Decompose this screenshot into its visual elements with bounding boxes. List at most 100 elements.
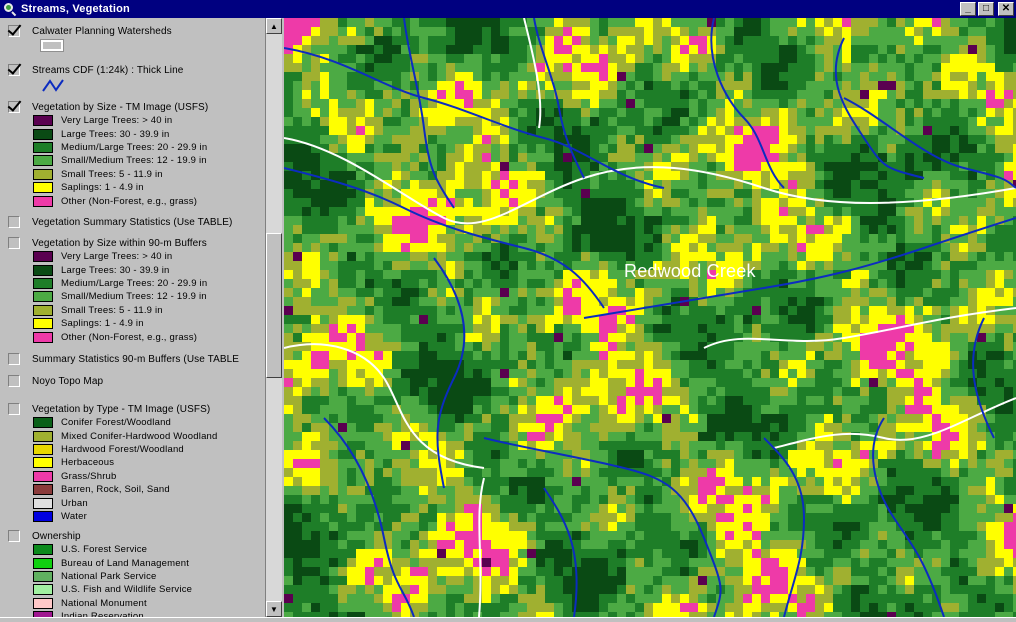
legend-item: Medium/Large Trees: 20 - 29.9 in [33, 141, 208, 154]
legend-item-label: Urban [61, 497, 88, 509]
legend-item: Conifer Forest/Woodland [33, 416, 218, 429]
layer-visibility-checkbox[interactable] [8, 353, 20, 365]
layer-title[interactable]: Vegetation Summary Statistics (Use TABLE… [32, 217, 232, 228]
legend-item-label: Bureau of Land Management [61, 557, 190, 569]
legend-swatch [33, 430, 53, 442]
legend-item-label: U.S. Fish and Wildlife Service [61, 584, 193, 596]
legend-item: U.S. Fish and Wildlife Service [33, 583, 192, 596]
legend-item-label: National Park Service [61, 570, 157, 582]
legend-swatch [33, 417, 53, 429]
minimize-button[interactable]: _ [960, 2, 976, 16]
legend-swatch [33, 570, 53, 582]
legend-item-label: Small Trees: 5 - 11.9 in [61, 168, 163, 180]
legend-scrollbar[interactable]: ▲ ▼ [266, 18, 282, 617]
layer-veg-size: Vegetation by Size - TM Image (USFS) Very… [0, 100, 208, 208]
legend-swatch [33, 182, 53, 194]
layer-summary-buffers: Summary Statistics 90-m Buffers (Use TAB… [0, 352, 239, 366]
legend-swatch [33, 557, 53, 569]
legend-item: Bureau of Land Management [33, 556, 192, 569]
layer-title[interactable]: Vegetation by Size - TM Image (USFS) [32, 102, 208, 113]
layer-veg-summary: Vegetation Summary Statistics (Use TABLE… [0, 215, 232, 229]
legend-swatch [33, 115, 53, 127]
scroll-down-button[interactable]: ▼ [266, 601, 282, 617]
layer-visibility-checkbox[interactable] [8, 64, 20, 76]
legend-items: Conifer Forest/Woodland Mixed Conifer-Har… [33, 416, 218, 523]
layer-visibility-checkbox[interactable] [8, 530, 20, 542]
legend-item: Very Large Trees: > 40 in [33, 114, 208, 127]
legend-items: Very Large Trees: > 40 in Large Trees: 30… [33, 250, 207, 344]
legend-swatch [33, 484, 53, 496]
layer-visibility-checkbox[interactable] [8, 101, 20, 113]
layer-streams: Streams CDF (1:24k) : Thick Line [0, 63, 183, 96]
layer-visibility-checkbox[interactable] [8, 375, 20, 387]
legend-item: National Park Service [33, 570, 192, 583]
legend-swatch [33, 510, 53, 522]
legend-swatch [33, 584, 53, 596]
legend-item-label: Barren, Rock, Soil, Sand [61, 484, 170, 496]
table-of-contents: Calwater Planning Watersheds Streams CDF … [0, 18, 266, 617]
legend-item: Very Large Trees: > 40 in [33, 250, 207, 263]
legend-item-label: Grass/Shrub [61, 470, 117, 482]
close-button[interactable]: ✕ [998, 2, 1014, 16]
layer-veg-type: Vegetation by Type - TM Image (USFS) Coni… [0, 402, 218, 523]
legend-item-label: Medium/Large Trees: 20 - 29.9 in [61, 141, 208, 153]
legend-item: Other (Non-Forest, e.g., grass) [33, 330, 207, 343]
polygon-symbol-icon [40, 39, 64, 52]
scroll-up-button[interactable]: ▲ [266, 18, 282, 34]
legend-item-label: Small/Medium Trees: 12 - 19.9 in [61, 291, 207, 303]
layer-veg-buffers: Vegetation by Size within 90-m Buffers Ve… [0, 236, 207, 344]
layer-visibility-checkbox[interactable] [8, 216, 20, 228]
legend-item: Hardwood Forest/Woodland [33, 443, 218, 456]
legend-swatch [33, 331, 53, 343]
legend-swatch [33, 277, 53, 289]
legend-swatch [33, 470, 53, 482]
layer-header: Vegetation by Type - TM Image (USFS) [8, 402, 218, 416]
legend-item: Saplings: 1 - 4.9 in [33, 317, 207, 330]
legend-item-label: Herbaceous [61, 457, 115, 469]
legend-swatch [33, 141, 53, 153]
legend-item: Grass/Shrub [33, 470, 218, 483]
map-view[interactable]: Redwood Creek [284, 18, 1016, 617]
layer-title[interactable]: Vegetation by Size within 90-m Buffers [32, 238, 207, 249]
legend-swatch [33, 497, 53, 509]
scroll-thumb[interactable] [266, 233, 282, 378]
legend-swatch [33, 264, 53, 276]
legend-item: Large Trees: 30 - 39.9 in [33, 263, 207, 276]
legend-item-label: Large Trees: 30 - 39.9 in [61, 264, 170, 276]
layer-noyo-topo: Noyo Topo Map [0, 374, 103, 388]
legend-item-label: Other (Non-Forest, e.g., grass) [61, 331, 198, 343]
layer-title[interactable]: Calwater Planning Watersheds [32, 26, 172, 37]
window-controls: _ □ ✕ [960, 2, 1014, 16]
layer-visibility-checkbox[interactable] [8, 403, 20, 415]
legend-swatch [33, 544, 53, 556]
legend-items: Very Large Trees: > 40 in Large Trees: 30… [33, 114, 208, 208]
legend-swatch [33, 195, 53, 207]
status-bar [0, 617, 1016, 622]
maximize-button[interactable]: □ [978, 2, 994, 16]
legend-item-label: Saplings: 1 - 4.9 in [61, 318, 144, 330]
layer-visibility-checkbox[interactable] [8, 237, 20, 249]
layer-visibility-checkbox[interactable] [8, 25, 20, 37]
layer-title[interactable]: Streams CDF (1:24k) : Thick Line [32, 65, 183, 76]
legend-item-label: Water [61, 510, 87, 522]
line-symbol-icon [42, 79, 64, 92]
layer-title[interactable]: Vegetation by Type - TM Image (USFS) [32, 404, 210, 415]
legend-item-label: Very Large Trees: > 40 in [61, 251, 173, 263]
legend-item: Small Trees: 5 - 11.9 in [33, 168, 208, 181]
layer-header: Summary Statistics 90-m Buffers (Use TAB… [8, 352, 239, 366]
layer-title[interactable]: Summary Statistics 90-m Buffers (Use TAB… [32, 354, 239, 365]
layer-header: Noyo Topo Map [8, 374, 103, 388]
legend-swatch [33, 128, 53, 140]
layer-header: Vegetation Summary Statistics (Use TABLE… [8, 215, 232, 229]
legend-item: Water [33, 510, 218, 523]
layer-title[interactable]: Noyo Topo Map [32, 376, 103, 387]
layer-header: Ownership [8, 529, 192, 543]
legend-item: National Monument [33, 597, 192, 610]
legend-item: U.S. Forest Service [33, 543, 192, 556]
layer-header: Vegetation by Size within 90-m Buffers [8, 236, 207, 250]
legend-swatch [33, 168, 53, 180]
layer-title[interactable]: Ownership [32, 531, 81, 542]
vegetation-map[interactable] [284, 18, 1016, 617]
legend-swatch [33, 318, 53, 330]
vegetation-raster [284, 18, 1016, 617]
